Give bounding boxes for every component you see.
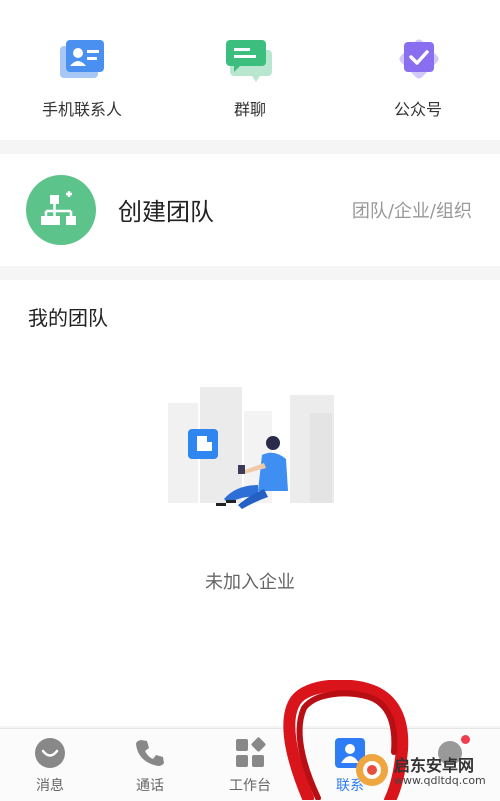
unread-badge-dot: [461, 735, 470, 744]
tab-messages-label: 消息: [36, 778, 64, 794]
create-team-subtitle: 团队/企业/组织: [351, 201, 472, 222]
watermark-title: 启东安卓网: [394, 756, 475, 775]
empty-state-illustration: [160, 385, 345, 525]
phone-icon: [134, 737, 166, 769]
tab-messages[interactable]: 消息: [0, 737, 100, 795]
official-account-entry[interactable]: 公众号: [348, 36, 488, 120]
group-chat-label: 群聊: [233, 100, 266, 119]
tab-calls[interactable]: 通话: [100, 737, 200, 795]
group-chat-entry[interactable]: 群聊: [180, 36, 320, 120]
workbench-icon: [234, 737, 266, 769]
org-chart-icon: [26, 175, 96, 245]
watermark-url: www.qdltdq.com: [394, 774, 486, 787]
official-account-icon: [392, 36, 444, 84]
create-team-title: 创建团队: [118, 198, 214, 226]
official-account-label: 公众号: [393, 100, 442, 119]
create-team-row[interactable]: 创建团队 团队/企业/组织: [0, 154, 500, 266]
phone-contacts-label: 手机联系人: [41, 100, 122, 119]
phone-contacts-entry[interactable]: 手机联系人: [12, 36, 152, 120]
my-team-section: 我的团队 未加入企业: [0, 280, 500, 726]
tab-workbench-label: 工作台: [229, 778, 271, 794]
site-watermark: 启东安卓网 www.qdltdq.com: [354, 752, 494, 792]
phone-contacts-icon: [56, 36, 108, 84]
tab-workbench[interactable]: 工作台: [200, 737, 300, 795]
watermark-logo-icon: [356, 754, 388, 786]
tab-calls-label: 通话: [136, 778, 164, 794]
message-icon: [34, 737, 66, 769]
my-team-title: 我的团队: [28, 306, 108, 330]
group-chat-icon: [224, 36, 276, 84]
empty-state-text: 未加入企业: [205, 572, 295, 593]
quick-entry-row: 手机联系人 群聊 公众号: [0, 0, 500, 140]
